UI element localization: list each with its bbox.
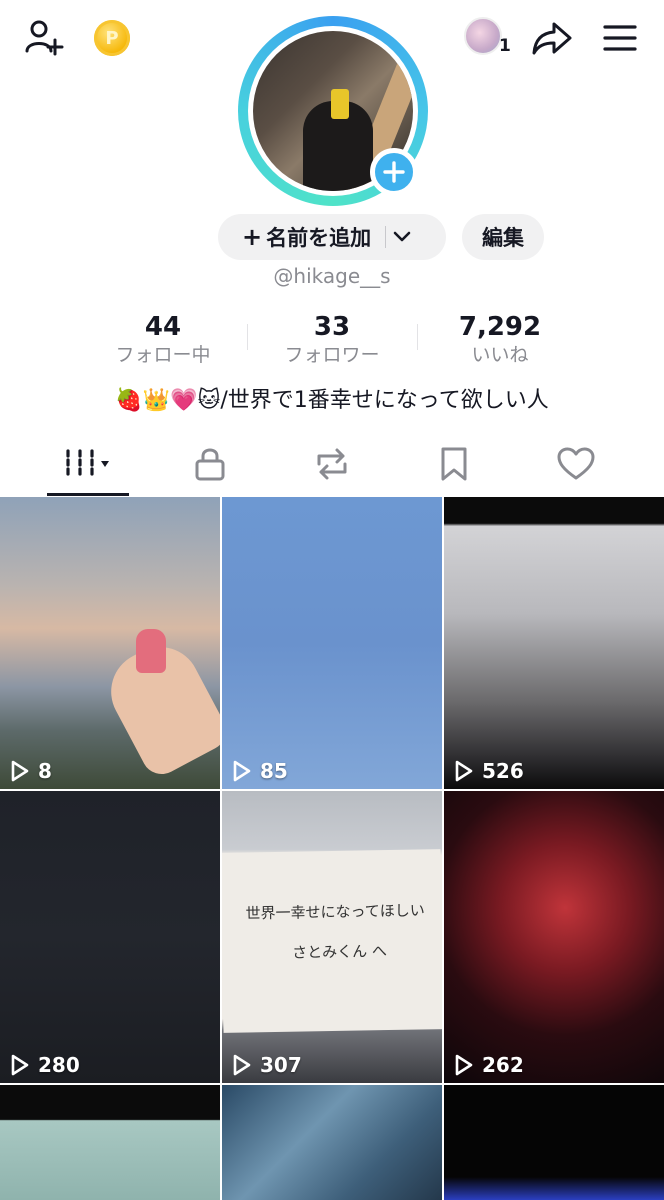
- likes-count: 7,292: [458, 312, 542, 342]
- add-name-button[interactable]: + 名前を追加: [218, 214, 446, 260]
- bookmark-icon: [441, 447, 467, 481]
- handwritten-note: 世界一幸せになってほしい さとみくん へ: [222, 849, 442, 1033]
- share-icon[interactable]: [530, 18, 574, 58]
- lock-icon: [195, 448, 225, 481]
- chevron-down-icon[interactable]: [392, 225, 412, 249]
- view-count-value: 526: [482, 759, 524, 783]
- edit-profile-label: 編集: [482, 226, 524, 250]
- stat-divider: [247, 324, 248, 350]
- video-thumbnail[interactable]: [444, 1085, 664, 1200]
- add-name-label: 名前を追加: [266, 226, 372, 250]
- coin-letter: P: [105, 27, 119, 49]
- divider: [385, 226, 387, 248]
- view-count-value: 8: [38, 759, 52, 783]
- tab-videos[interactable]: [56, 442, 120, 486]
- view-count: 262: [454, 1053, 524, 1077]
- view-count-value: 85: [260, 759, 288, 783]
- view-count: 280: [10, 1053, 80, 1077]
- note-line-2: さとみくん へ: [292, 942, 388, 962]
- videos-grid-icon: [66, 449, 109, 479]
- followers-stat[interactable]: 33 フォロワー: [268, 312, 396, 368]
- content-tabs: [0, 430, 664, 498]
- view-count: 526: [454, 759, 524, 783]
- play-icon: [233, 760, 251, 782]
- view-count-value: 280: [38, 1053, 80, 1077]
- repost-icon: [317, 448, 347, 480]
- add-friend-icon[interactable]: [22, 16, 66, 60]
- active-tab-indicator: [47, 493, 129, 496]
- notification-count: 1: [499, 36, 511, 56]
- coin-icon[interactable]: P: [94, 20, 130, 56]
- play-icon: [455, 760, 473, 782]
- account-switch-avatar[interactable]: [464, 17, 502, 55]
- plus-icon: +: [242, 223, 263, 251]
- tab-saved[interactable]: [430, 442, 478, 486]
- video-thumbnail[interactable]: 85: [222, 497, 442, 789]
- video-grid: 8 85 526 280 世界一幸せになってほしい さとみくん へ 307 26…: [0, 497, 664, 1200]
- profile-stats: 44 フォロー中 33 フォロワー 7,292 いいね: [0, 312, 664, 372]
- tab-private[interactable]: [186, 442, 234, 486]
- play-icon: [455, 1054, 473, 1076]
- note-line-1: 世界一幸せになってほしい: [245, 901, 425, 923]
- followers-label: フォロワー: [284, 344, 380, 366]
- view-count-value: 307: [260, 1053, 302, 1077]
- stat-divider: [417, 324, 418, 350]
- charm-shape: [136, 629, 166, 673]
- profile-bio: 🍓👑💗🐱/世界で1番幸せになって欲しい人: [115, 388, 549, 413]
- view-count: 8: [10, 759, 52, 783]
- profile-avatar[interactable]: [238, 16, 428, 206]
- likes-label: いいね: [471, 344, 529, 366]
- edit-profile-button[interactable]: 編集: [462, 214, 544, 260]
- play-icon: [11, 1054, 29, 1076]
- video-thumbnail[interactable]: 262: [444, 791, 664, 1083]
- video-thumbnail[interactable]: [222, 1085, 442, 1200]
- add-avatar-plus-icon[interactable]: [370, 148, 418, 196]
- video-thumbnail[interactable]: 世界一幸せになってほしい さとみくん へ 307: [222, 791, 442, 1083]
- video-thumbnail[interactable]: 526: [444, 497, 664, 789]
- heart-icon: [557, 447, 595, 480]
- followers-count: 33: [313, 312, 351, 342]
- video-thumbnail[interactable]: 8: [0, 497, 220, 789]
- likes-stat[interactable]: 7,292 いいね: [452, 312, 548, 368]
- video-thumbnail[interactable]: [0, 1085, 220, 1200]
- following-stat[interactable]: 44 フォロー中: [100, 312, 226, 368]
- view-count: 85: [232, 759, 288, 783]
- view-count: 307: [232, 1053, 302, 1077]
- username: @hikage__s: [273, 264, 391, 288]
- following-count: 44: [144, 312, 182, 342]
- menu-icon[interactable]: [600, 18, 640, 58]
- play-icon: [233, 1054, 251, 1076]
- video-thumbnail[interactable]: 280: [0, 791, 220, 1083]
- tab-liked[interactable]: [552, 442, 600, 486]
- play-icon: [11, 760, 29, 782]
- tab-reposts[interactable]: [308, 442, 356, 486]
- view-count-value: 262: [482, 1053, 524, 1077]
- following-label: フォロー中: [115, 344, 211, 366]
